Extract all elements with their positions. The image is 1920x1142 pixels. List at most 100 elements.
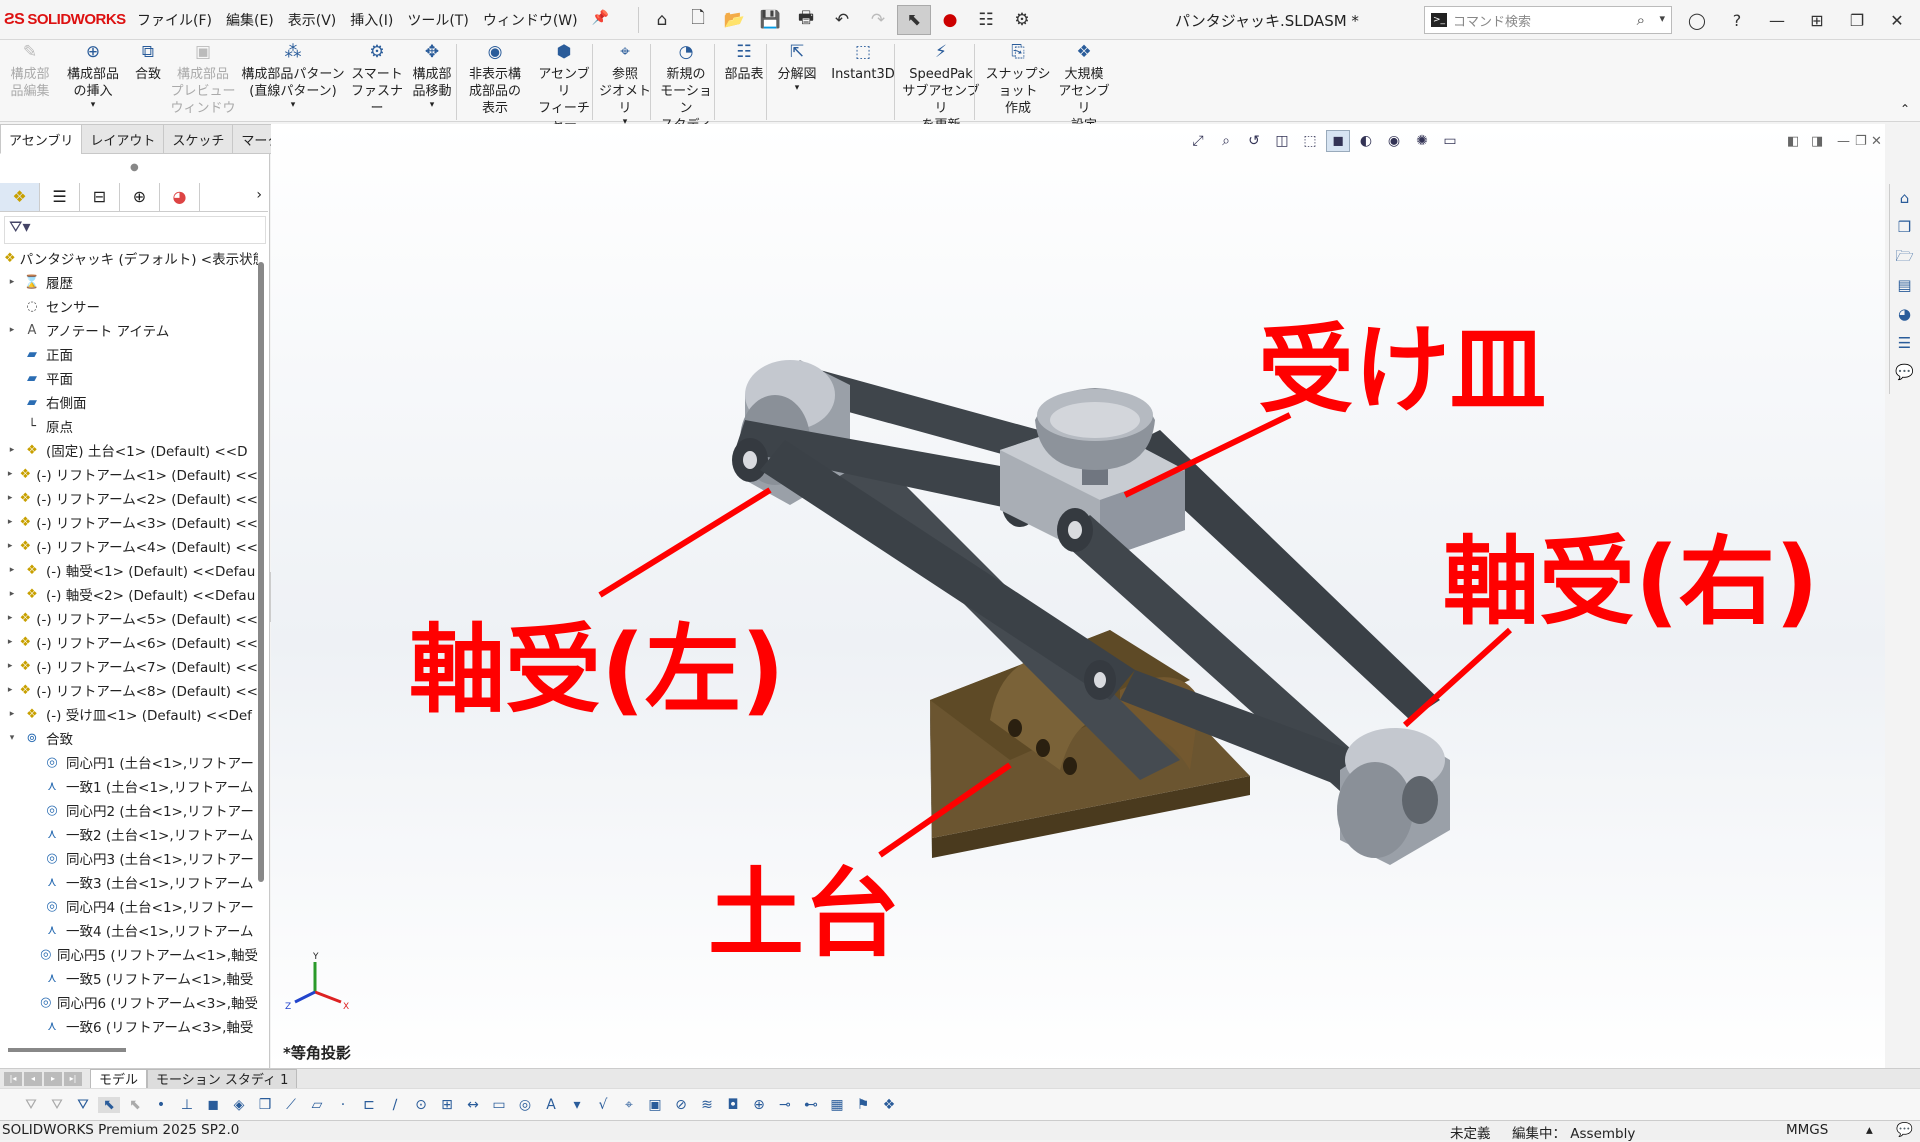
menu-edit[interactable]: 編集(E) — [219, 10, 281, 30]
connection-point-filter-icon[interactable]: ⊸ — [774, 1097, 796, 1113]
sketch-filter-icon[interactable]: ⊏ — [358, 1097, 380, 1113]
reference-filter-icon[interactable]: ⚑ — [852, 1097, 874, 1113]
expand-arrow-icon[interactable]: ▸ — [6, 565, 18, 575]
tree-item[interactable]: ◎ 同心円5 (リフトアーム<1>,軸受 — [0, 942, 258, 966]
gtol-filter-icon[interactable]: ⌖ — [618, 1097, 640, 1113]
tree-item[interactable]: ◎ 同心円3 (土台<1>,リフトアー — [0, 846, 258, 870]
menu-view[interactable]: 表示(V) — [281, 10, 344, 30]
undo-icon[interactable]: ↶ — [825, 5, 859, 35]
redo-icon[interactable]: ↷ — [861, 5, 895, 35]
notifications-icon[interactable]: 💬 — [1896, 1122, 1913, 1138]
chevron-down-icon[interactable]: ▾ — [58, 100, 128, 110]
tile-icon[interactable]: ⊞ — [1800, 6, 1834, 34]
lasso-icon[interactable]: ⬉ — [124, 1097, 146, 1113]
cosmetic-thread-filter-icon[interactable]: ≋ — [696, 1097, 718, 1113]
print-icon[interactable]: 🖶 — [789, 5, 823, 35]
collapse-ribbon-icon[interactable]: ⌃ — [1900, 102, 1910, 116]
prev-tab-icon[interactable]: ◂ — [24, 1071, 42, 1086]
tree-item[interactable]: ▸ A アノテート アイテム — [0, 318, 258, 342]
menu-window[interactable]: ウィンドウ(W) — [476, 10, 585, 30]
command-linear-pattern[interactable]: ⁂ 構成部品パターン (直線パターン) ▾ — [238, 44, 348, 111]
tree-item[interactable]: ▰ 平面 — [0, 366, 258, 390]
search-icon[interactable]: ⌕ — [1637, 11, 1645, 29]
command-smart-fastener[interactable]: ⚙ スマート ファスナー — [348, 44, 406, 117]
expand-arrow-icon[interactable]: ▸ — [6, 445, 18, 455]
account-icon[interactable]: ◯ — [1680, 6, 1714, 34]
tree-item[interactable]: ▾ ⊚ 合致 — [0, 726, 258, 750]
tree-item[interactable]: ⋏ 一致5 (リフトアーム<1>,軸受 — [0, 966, 258, 990]
tree-item[interactable]: ▸ ❖ (-) リフトアーム<6> (Default) << — [0, 630, 258, 654]
chevron-down-icon[interactable]: ▾ — [770, 83, 824, 93]
expand-arrow-icon[interactable]: ▸ — [6, 637, 14, 647]
tree-item[interactable]: ▸ ❖ (-) 受け皿<1> (Default) <<Def — [0, 702, 258, 726]
command-motion-study[interactable]: ◔新規の モーション スタディ — [654, 44, 718, 134]
tree-item[interactable]: ▸ ❖ (-) リフトアーム<1> (Default) << — [0, 462, 258, 486]
expand-arrow-icon[interactable]: ▸ — [6, 709, 18, 719]
point-filter-icon[interactable]: · — [332, 1097, 354, 1113]
datum-filter-icon[interactable]: ▣ — [644, 1097, 666, 1113]
balloon-filter-icon[interactable]: ◎ — [514, 1097, 536, 1113]
chevron-down-icon[interactable]: ▾ — [406, 100, 458, 110]
last-tab-icon[interactable]: ▸| — [64, 1071, 82, 1086]
tree-horizontal-scrollbar[interactable] — [8, 1048, 126, 1052]
command-reference-geometry[interactable]: ⌖ 参照 ジオメトリ ▾ — [596, 44, 654, 128]
table-filter-icon[interactable]: ▦ — [826, 1097, 848, 1113]
note-filter-icon[interactable]: ▭ — [488, 1097, 510, 1113]
expand-arrow-icon[interactable]: ▸ — [6, 493, 14, 503]
property-manager-tab-icon[interactable]: ☰ — [40, 182, 80, 211]
text-filter-icon[interactable]: A — [540, 1097, 562, 1113]
expand-arrow-icon[interactable]: ▸ — [6, 685, 14, 695]
tree-item[interactable]: ◎ 同心円2 (土台<1>,リフトアー — [0, 798, 258, 822]
right-bearing-part[interactable] — [1337, 728, 1450, 865]
editing-status[interactable]: 編集中： Assembly — [1512, 1122, 1635, 1142]
tree-item[interactable]: ▸ ❖ (-) 軸受<2> (Default) <<Defau — [0, 582, 258, 606]
expand-arrow-icon[interactable]: ▸ — [6, 541, 14, 551]
tree-item[interactable]: ▸ ❖ (-) リフトアーム<3> (Default) << — [0, 510, 258, 534]
pin-icon[interactable]: 📌 — [585, 10, 616, 30]
options-icon[interactable]: ⚙ — [1005, 5, 1039, 35]
block-filter-icon[interactable]: ◘ — [722, 1097, 744, 1113]
save-icon[interactable]: 💾 — [753, 5, 787, 35]
tree-item[interactable]: ◎ 同心円6 (リフトアーム<3>,軸受 — [0, 990, 258, 1014]
tree-item[interactable]: ⋏ 一致4 (土台<1>,リフトアーム — [0, 918, 258, 942]
solidworks-logo[interactable]: ƧS SOLIDWORKS — [0, 11, 130, 29]
open-icon[interactable]: 📂 — [717, 5, 751, 35]
menu-insert[interactable]: 挿入(I) — [343, 10, 400, 30]
command-large-assembly[interactable]: ❖大規模 アセンブリ 設定 — [1056, 44, 1112, 134]
expand-arrow-icon[interactable]: ▸ — [6, 589, 18, 599]
tree-item[interactable]: ◎ 同心円1 (土台<1>,リフトアー — [0, 750, 258, 774]
tree-item[interactable]: ⋏ 一致6 (リフトアーム<3>,軸受 — [0, 1014, 258, 1037]
tree-item[interactable]: ▸ ❖ (固定) 土台<1> (Default) <<D — [0, 438, 258, 462]
collapse-arrow-icon[interactable]: ▾ — [6, 733, 18, 743]
unit-system[interactable]: MMGS — [1786, 1122, 1828, 1138]
expand-arrow-icon[interactable]: ▸ — [6, 325, 18, 335]
command-preview-window[interactable]: ▣ 構成部品 プレビュー ウィンドウ — [168, 44, 238, 117]
face-filter-icon[interactable]: ◼ — [202, 1097, 224, 1113]
solidworks-resources-icon[interactable]: ⌂ — [1890, 184, 1919, 213]
tab-model[interactable]: モデル — [90, 1068, 148, 1089]
panel-grip-icon[interactable]: ● — [130, 162, 139, 173]
axis-filter-icon[interactable]: ⟋ — [280, 1097, 302, 1113]
midpoint-filter-icon[interactable]: ⊙ — [410, 1097, 432, 1113]
units-dropdown-icon[interactable]: ▴ — [1866, 1122, 1873, 1138]
expand-arrow-icon[interactable]: ▸ — [6, 469, 14, 479]
tree-item[interactable]: ▸ ❖ (-) リフトアーム<5> (Default) << — [0, 606, 258, 630]
tree-item[interactable]: ⋏ 一致1 (土台<1>,リフトアーム — [0, 774, 258, 798]
close-icon[interactable]: ✕ — [1880, 6, 1914, 34]
new-icon[interactable]: 🗋 — [681, 5, 715, 35]
tree-item[interactable]: ◎ 同心円4 (土台<1>,リフトアー — [0, 894, 258, 918]
filter-toggle-icon[interactable]: ⛛ — [46, 1097, 68, 1113]
forum-icon[interactable]: 💬 — [1890, 358, 1919, 387]
command-snapshot[interactable]: ⎘ スナップショット 作成 — [980, 44, 1056, 117]
tab-1[interactable]: レイアウト — [81, 124, 165, 154]
assembly-filter-icon[interactable]: ❖ — [878, 1097, 900, 1113]
display-manager-tab-icon[interactable]: ◕ — [160, 182, 200, 211]
surface-finish-filter-icon[interactable]: √ — [592, 1097, 614, 1113]
command-insert-component[interactable]: ⊕ 構成部品 の挿入 ▾ — [58, 44, 128, 111]
tree-item[interactable]: ◌ センサー — [0, 294, 258, 318]
select-icon[interactable]: ⬉ — [897, 4, 932, 35]
tree-item[interactable]: ▸ ❖ (-) リフトアーム<7> (Default) << — [0, 654, 258, 678]
command-bom[interactable]: ☷ 部品表 — [718, 44, 770, 83]
tree-item[interactable]: ▸ ❖ (-) リフトアーム<2> (Default) << — [0, 486, 258, 510]
graphics-area[interactable]: ⤢ ⌕ ↺ ◫ ⬚ ◼ ◐ ◉ ✺ ▭ ◧ ◨ — ❐ ✕ 受け皿 軸受(左) … — [271, 124, 1885, 1068]
